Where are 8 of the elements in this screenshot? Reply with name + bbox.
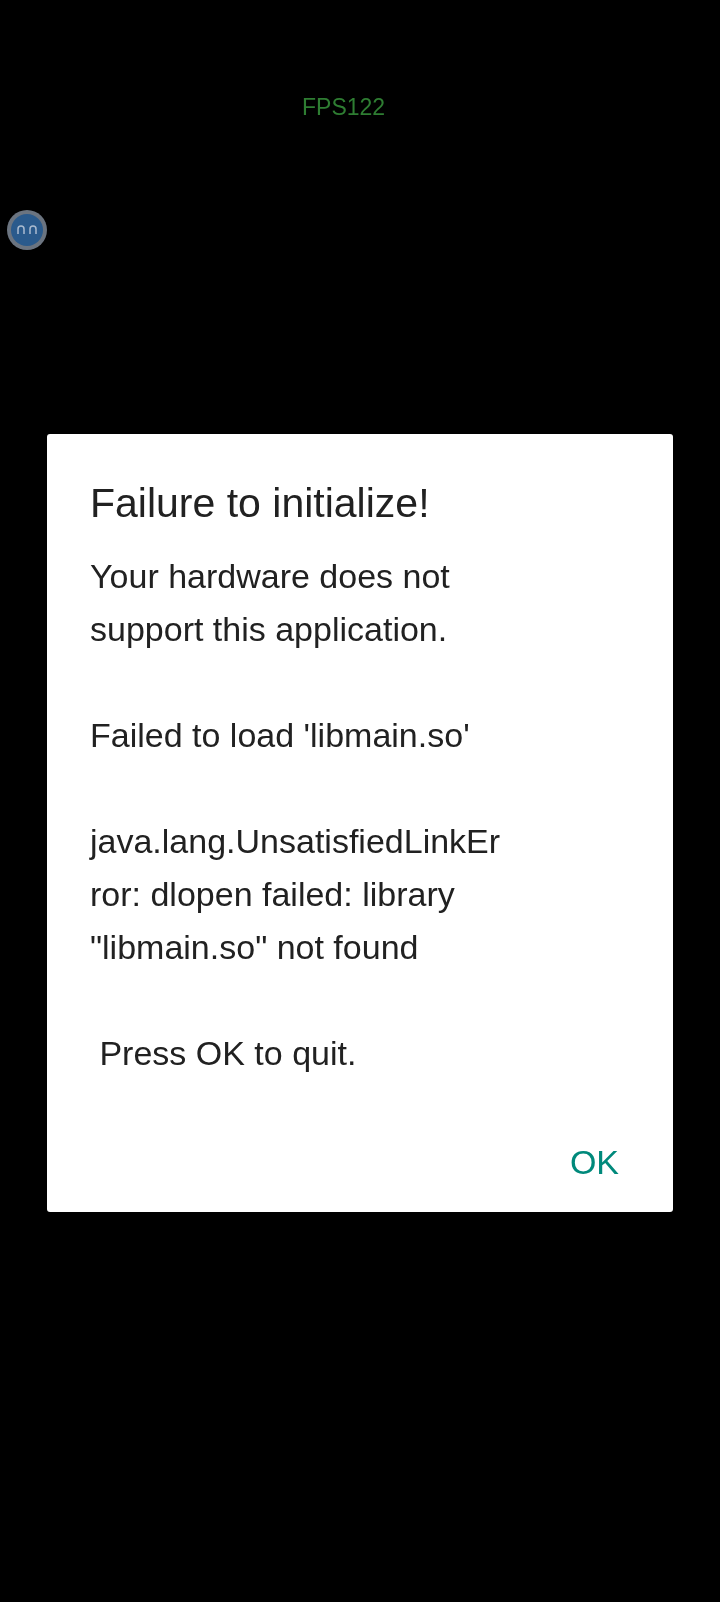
fps-counter: FPS122 (302, 94, 386, 121)
floating-button-icon[interactable] (6, 209, 48, 251)
dialog-message: Press OK to quit. (98, 1033, 358, 1074)
dialog-message: Failed to load 'libmain.so' (90, 715, 471, 756)
dialog-message: java.lang.UnsatisfiedLinkEr ror: dlopen failed: library "libmain.so" not found (90, 821, 502, 968)
ok-button[interactable]: OK (555, 1133, 633, 1192)
dialog-message: Your hardware does not support this application. (90, 556, 451, 650)
dialog-title: Failure to initialize! (90, 479, 431, 528)
